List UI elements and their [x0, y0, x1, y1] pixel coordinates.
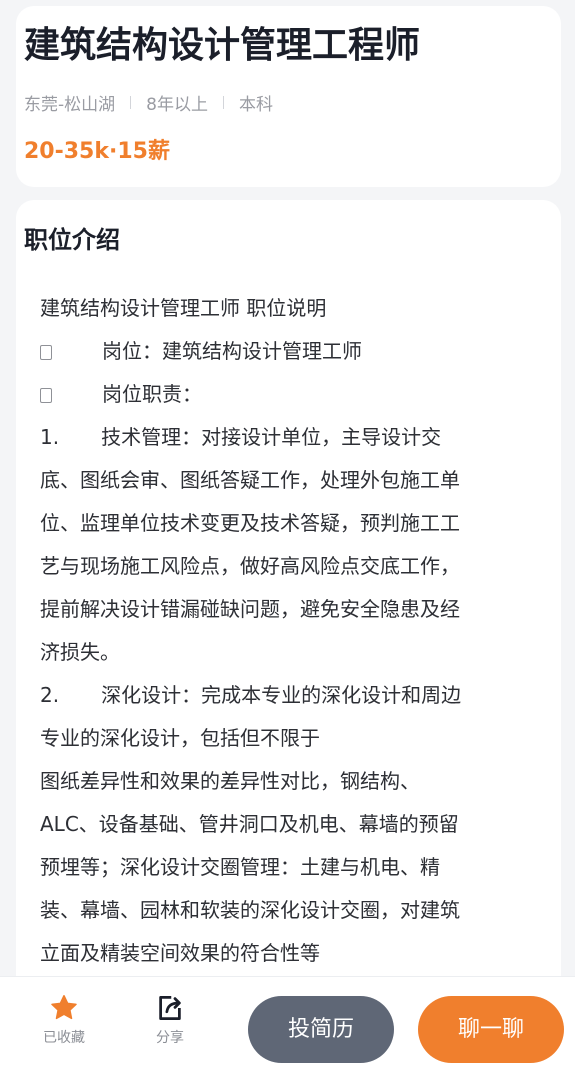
description-line: 专业的深化设计，包括但不限于	[40, 717, 538, 760]
description-line: 图纸差异性和效果的差异性对比，钢结构、	[40, 760, 538, 803]
job-salary: 20-35k·15薪	[24, 139, 170, 164]
description-line: 提前解决设计错漏碰缺问题，避免安全隐患及经	[40, 588, 538, 631]
chat-button[interactable]: 聊一聊	[418, 996, 564, 1063]
list-number: 2.	[40, 683, 60, 707]
description-line: 底、图纸会审、图纸答疑工作，处理外包施工单	[40, 459, 538, 502]
star-icon	[51, 995, 77, 1020]
description-line: 济损失。	[40, 631, 538, 674]
job-experience: 8年以上	[146, 94, 208, 115]
submit-resume-button[interactable]: 投简历	[248, 996, 394, 1063]
description-text: 立面及精装空间效果的符合性等	[40, 941, 320, 965]
description-text: 底、图纸会审、图纸答疑工作，处理外包施工单	[40, 468, 460, 492]
job-title: 建筑结构设计管理工程师	[24, 25, 421, 66]
description-text: 专业的深化设计，包括但不限于	[40, 726, 320, 750]
description-line: 艺与现场施工风险点，做好高风险点交底工作，	[40, 545, 538, 588]
description-line: 预埋等；深化设计交圈管理：土建与机电、精	[40, 846, 538, 889]
description-text: 深化设计：完成本专业的深化设计和周边	[101, 683, 462, 707]
job-meta-row: 东莞-松山湖 8年以上 本科	[24, 90, 273, 115]
description-line: ALC、设备基础、管井洞口及机电、幕墙的预留	[40, 803, 538, 846]
description-text: 图纸差异性和效果的差异性对比，钢结构、	[40, 769, 420, 793]
share-label: 分享	[156, 1030, 184, 1046]
description-line: 岗位：建筑结构设计管理工师	[40, 330, 538, 373]
favorite-button[interactable]: 已收藏	[29, 993, 99, 1063]
bottom-action-bar: 已收藏 分享 投简历 聊一聊	[0, 976, 575, 1080]
description-text: 技术管理：对接设计单位，主导设计交	[101, 425, 442, 449]
description-text: 岗位职责：	[102, 382, 202, 406]
description-line: 岗位职责：	[40, 373, 538, 416]
share-icon	[159, 996, 181, 1020]
job-location: 东莞-松山湖	[24, 94, 116, 115]
job-description-text: 建筑结构设计管理工师 职位说明岗位：建筑结构设计管理工师 岗位职责： 1. 技术管理：…	[40, 287, 538, 975]
meta-divider	[130, 95, 132, 109]
description-text: 艺与现场施工风险点，做好高风险点交底工作，	[40, 554, 460, 578]
share-button[interactable]: 分享	[135, 993, 205, 1063]
section-title: 职位介绍	[24, 226, 120, 254]
description-line: 装、幕墙、园林和软装的深化设计交圈，对建筑	[40, 889, 538, 932]
description-line: 2. 深化设计：完成本专业的深化设计和周边	[40, 674, 538, 717]
bullet-box-icon	[40, 345, 52, 360]
job-education: 本科	[238, 94, 273, 115]
description-text: 岗位：建筑结构设计管理工师	[102, 339, 362, 363]
description-line: 1. 技术管理：对接设计单位，主导设计交	[40, 416, 538, 459]
description-text: ALC、设备基础、管井洞口及机电、幕墙的预留	[40, 812, 459, 836]
description-text: 提前解决设计错漏碰缺问题，避免安全隐患及经	[40, 597, 460, 621]
description-line: 建筑结构设计管理工师 职位说明	[40, 287, 538, 330]
description-text: 建筑结构设计管理工师 职位说明	[40, 296, 327, 320]
favorite-label: 已收藏	[43, 1030, 85, 1046]
description-text: 装、幕墙、园林和软装的深化设计交圈，对建筑	[40, 898, 460, 922]
bullet-box-icon	[40, 388, 52, 403]
meta-divider	[222, 95, 224, 109]
description-text: 济损失。	[40, 640, 120, 664]
description-line: 位、监理单位技术变更及技术答疑，预判施工工	[40, 502, 538, 545]
description-text: 预埋等；深化设计交圈管理：土建与机电、精	[40, 855, 440, 879]
description-line: 立面及精装空间效果的符合性等	[40, 932, 538, 975]
list-number: 1.	[40, 425, 60, 449]
job-detail-page: 建筑结构设计管理工程师 东莞-松山湖 8年以上 本科 20-35k·15薪 职位…	[0, 0, 575, 1080]
description-text: 位、监理单位技术变更及技术答疑，预判施工工	[40, 511, 460, 535]
